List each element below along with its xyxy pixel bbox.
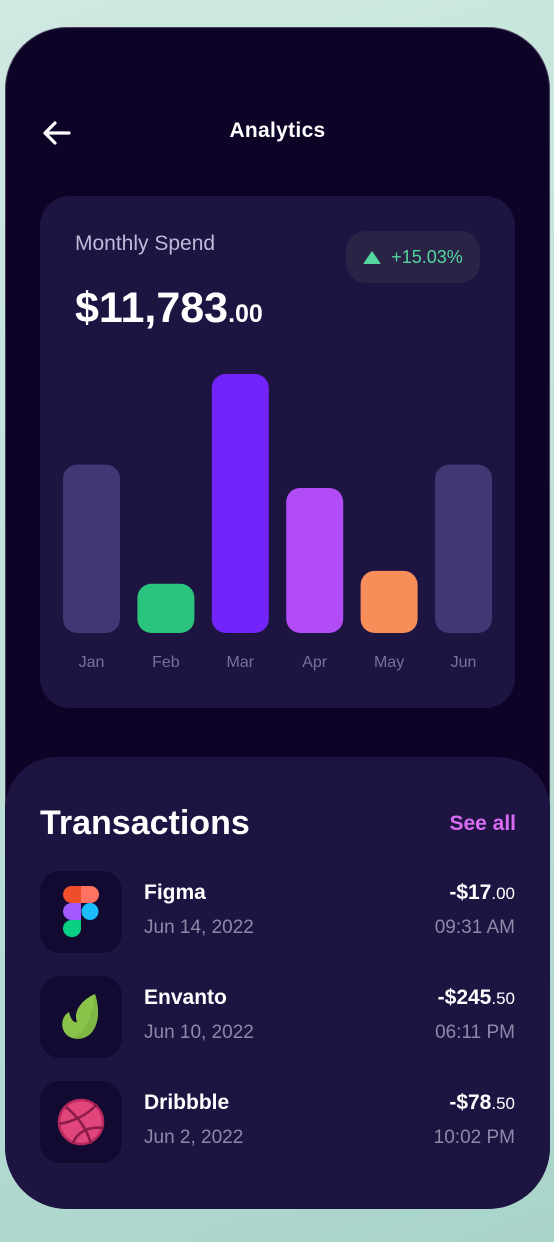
page-title: Analytics (229, 119, 326, 142)
transaction-date: Jun 2, 2022 (144, 1127, 244, 1148)
transaction-row[interactable]: Figma Jun 14, 2022 -$17.00 09:31 AM (40, 871, 515, 953)
transaction-amount: -$78.50 (449, 1091, 515, 1115)
transaction-time: 10:02 PM (433, 1127, 515, 1148)
amount-cents: .50 (491, 989, 515, 1008)
bar-may (360, 570, 418, 633)
bar-apr (286, 487, 344, 633)
spend-bar-chart: Jan Feb Mar Apr May Jun (63, 374, 492, 671)
transaction-time: 09:31 AM (434, 917, 515, 938)
transaction-date: Jun 10, 2022 (144, 1022, 254, 1043)
amount-main: -$17 (449, 881, 492, 904)
figma-icon (40, 871, 122, 953)
bar-feb (137, 583, 195, 633)
amount-main: -$78 (449, 1091, 492, 1114)
transaction-date: Jun 14, 2022 (144, 917, 254, 938)
transactions-panel: Transactions See all Figma Jun 14, 2022 … (5, 757, 550, 1209)
transaction-time: 06:11 PM (435, 1022, 515, 1043)
transaction-row[interactable]: Dribbble Jun 2, 2022 -$78.50 10:02 PM (40, 1081, 515, 1163)
phone-screen: Analytics Monthly Spend +15.03% $11,783.… (5, 27, 550, 1209)
see-all-link[interactable]: See all (449, 812, 516, 836)
transactions-title: Transactions (40, 804, 250, 842)
transaction-name: Envanto (144, 986, 227, 1009)
transaction-amount: -$245.50 (438, 986, 515, 1010)
amount-cents: .00 (491, 884, 515, 903)
tick-label-jun: Jun (451, 654, 477, 671)
tick-label-feb: Feb (152, 654, 180, 671)
bar-jun (435, 464, 492, 633)
transaction-name: Dribbble (144, 1091, 230, 1114)
envato-icon (40, 976, 122, 1058)
tick-label-apr: Apr (302, 654, 328, 671)
bar-jan (63, 464, 120, 633)
transaction-amount: -$17.00 (449, 881, 515, 905)
transaction-name: Figma (144, 881, 206, 904)
tick-label-may: May (374, 654, 404, 671)
transaction-row[interactable]: Envanto Jun 10, 2022 -$245.50 06:11 PM (40, 976, 515, 1058)
monthly-spend-card: Monthly Spend +15.03% $11,783.00 Jan Feb M… (40, 196, 515, 708)
tick-label-mar: Mar (227, 654, 255, 671)
tick-label-jan: Jan (79, 654, 105, 671)
amount-main: -$245 (437, 986, 492, 1009)
dribbble-icon (40, 1081, 122, 1163)
bar-mar (211, 374, 269, 633)
amount-cents: .50 (491, 1094, 515, 1113)
